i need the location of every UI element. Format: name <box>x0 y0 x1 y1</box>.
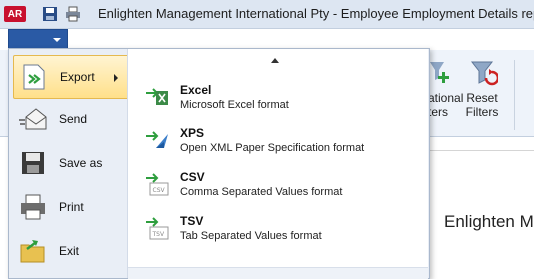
app-logo: AR <box>4 6 26 22</box>
format-description: Tab Separated Values format <box>180 230 322 242</box>
csv-export-icon: CSV <box>146 173 169 196</box>
svg-text:CSV: CSV <box>153 187 166 194</box>
exit-command[interactable]: Exit <box>13 230 127 272</box>
save-disk-icon <box>22 152 44 174</box>
format-description: Microsoft Excel format <box>180 99 289 111</box>
chevron-right-icon <box>114 74 118 82</box>
ribbon-divider <box>514 60 515 130</box>
chevron-down-icon <box>53 38 61 42</box>
file-menu-panel: Export Send Save as Print Exit Excel Mic… <box>8 48 430 279</box>
ribbon-label: ational <box>428 91 464 105</box>
format-name: CSV <box>180 170 205 184</box>
format-name: TSV <box>180 214 204 228</box>
format-description: Open XML Paper Specification format <box>180 142 365 154</box>
command-label: Send <box>59 112 88 126</box>
command-list: Export Send Save as Print Exit <box>9 49 129 278</box>
ribbon-label: Filters <box>465 105 499 119</box>
file-menu-button[interactable] <box>8 29 68 50</box>
scroll-up-icon[interactable] <box>271 58 279 63</box>
print-command[interactable]: Print <box>13 186 127 228</box>
send-command[interactable]: Send <box>13 98 127 140</box>
export-csv-item[interactable]: CSV CSV Comma Separated Values format <box>128 168 428 212</box>
printer-icon <box>21 194 45 220</box>
ribbon-label: Reset <box>466 91 498 105</box>
export-excel-item[interactable]: Excel Microsoft Excel format <box>128 81 428 125</box>
reset-filters-icon <box>470 61 498 86</box>
add-filter-button[interactable]: ational ters <box>428 91 464 119</box>
format-name: Excel <box>180 83 212 97</box>
export-tsv-item[interactable]: TSV TSV Tab Separated Values format <box>128 212 428 256</box>
tsv-export-icon: TSV <box>146 217 169 240</box>
excel-export-icon <box>146 88 168 105</box>
reset-filters-button[interactable]: Reset Filters <box>462 91 502 119</box>
export-command[interactable]: Export <box>13 55 129 99</box>
command-label: Save as <box>59 156 103 170</box>
report-heading: Enlighten M <box>444 212 534 231</box>
save-as-command[interactable]: Save as <box>13 142 127 184</box>
xps-export-icon <box>146 131 168 148</box>
print-icon[interactable] <box>65 6 81 22</box>
exit-folder-icon <box>20 240 45 263</box>
save-icon[interactable] <box>42 6 58 22</box>
add-filter-icon <box>430 62 449 83</box>
send-email-icon <box>19 108 47 130</box>
command-label: Export <box>60 70 95 84</box>
ribbon-label: ters <box>428 105 449 119</box>
command-label: Print <box>59 200 84 214</box>
export-submenu: Excel Microsoft Excel format XPS Open XM… <box>127 49 428 279</box>
format-name: XPS <box>180 126 205 140</box>
format-description: Comma Separated Values format <box>180 186 343 198</box>
report-divider <box>428 150 534 151</box>
command-label: Exit <box>59 244 80 258</box>
window-title: Enlighten Management International Pty -… <box>98 6 534 21</box>
title-bar: AR Enlighten Management International Pt… <box>0 0 534 29</box>
svg-text:TSV: TSV <box>152 231 165 238</box>
export-icon <box>23 64 45 90</box>
submenu-footer <box>128 267 428 279</box>
export-xps-item[interactable]: XPS Open XML Paper Specification format <box>128 124 428 168</box>
